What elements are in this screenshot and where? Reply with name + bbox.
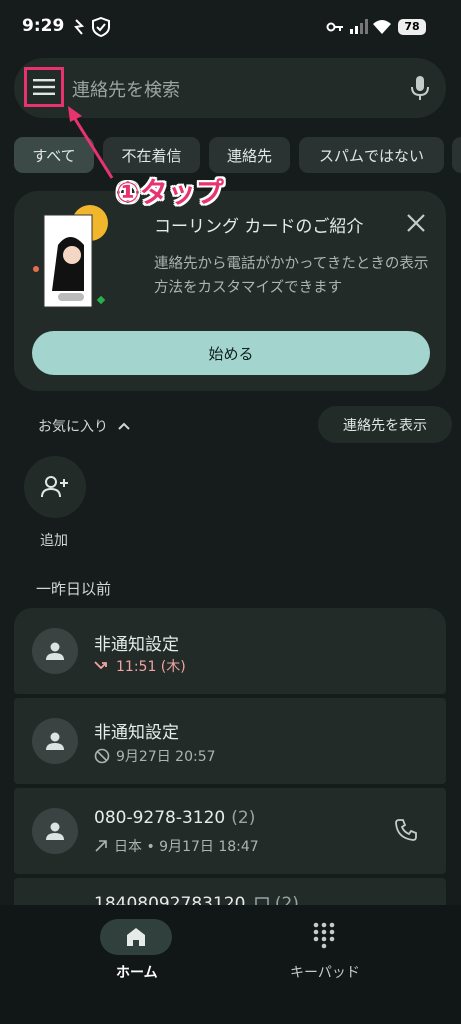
add-label: 追加 [40,533,68,549]
battery-indicator: 78 [398,19,426,35]
chevron-up-icon [118,422,131,430]
call-detail: 11:51 (木) [94,656,186,676]
favorites-header[interactable]: お気に入り [38,416,131,436]
sync-icon [74,19,85,35]
add-person-icon [41,476,68,498]
menu-button[interactable] [24,67,64,107]
call-time: 11:51 (木) [116,659,186,675]
annotation-arrow [68,106,114,179]
search-input[interactable]: 連絡先を検索 [72,76,180,102]
nav-home-label[interactable]: ホーム [116,962,158,982]
show-contacts-button[interactable]: 連絡先を表示 [318,406,452,443]
caller-number-text: 080-9278-3120 [94,808,226,828]
recents-section-title: 一昨日以前 [36,580,112,598]
missed-call-icon [94,661,107,670]
wifi-icon [373,20,391,34]
favorites-label: お気に入り [38,419,108,435]
call-time: 日本 • 9月17日 18:47 [114,839,259,855]
chip-overflow[interactable] [452,137,461,173]
chip-not-spam[interactable]: スパムではない [299,137,444,173]
phone-icon[interactable] [394,818,418,842]
shield-icon [92,17,110,37]
caller-number: 080-9278-3120 (2) [94,808,255,828]
signal-icon [350,19,368,34]
call-row[interactable]: 非通知設定 9月27日 20:57 [14,698,446,784]
call-count: (2) [231,808,256,828]
blocked-icon [94,748,110,764]
call-detail: 日本 • 9月17日 18:47 [94,836,259,856]
tap-annotation: ①タップ [116,176,224,209]
home-icon [127,928,145,946]
start-button[interactable]: 始める [32,331,430,375]
bottom-navigation [0,905,461,1024]
key-icon [326,22,343,32]
caller-name: 非通知設定 [94,723,179,743]
avatar [32,718,78,764]
promo-title: コーリング カードのご紹介 [154,217,364,237]
status-bar: 9:29 78 [0,0,461,50]
menu-icon[interactable] [33,79,55,95]
person-icon [46,822,64,840]
avatar [32,808,78,854]
dialpad-icon[interactable] [313,922,335,950]
status-time: 9:29 [22,16,65,36]
call-row[interactable]: 080-9278-3120 (2) 日本 • 9月17日 18:47 [14,788,446,874]
person-icon [46,732,64,750]
promo-description: 連絡先から電話がかかってきたときの表示方法をカスタマイズできます [154,256,429,296]
avatar [32,628,78,674]
add-favorite-button[interactable] [24,456,86,518]
call-row[interactable]: 非通知設定 11:51 (木) [14,608,446,694]
calling-card-illustration [33,205,108,308]
outgoing-call-icon [95,840,107,852]
mic-icon[interactable] [408,74,432,102]
nav-keypad-label[interactable]: キーパッド [290,962,360,982]
chip-contacts[interactable]: 連絡先 [209,137,290,173]
caller-name: 非通知設定 [94,635,179,655]
call-time: 9月27日 20:57 [116,749,216,765]
close-icon[interactable] [405,212,427,234]
call-detail: 9月27日 20:57 [94,746,216,766]
nav-home-button[interactable] [100,919,172,955]
person-icon [46,642,64,660]
